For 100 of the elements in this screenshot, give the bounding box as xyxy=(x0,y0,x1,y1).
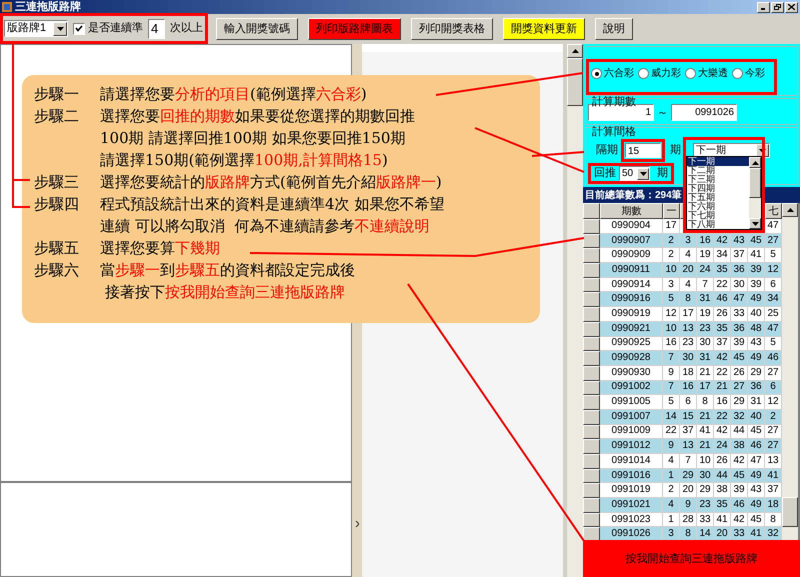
table-cell: 38 xyxy=(714,483,731,498)
table-cell: 42 xyxy=(714,234,731,248)
table-cell: 0991023 xyxy=(600,512,663,528)
table-cell: 16 xyxy=(714,395,731,410)
instruction-line: 選擇您要算下幾期 xyxy=(100,238,220,259)
table-cell: 21 xyxy=(697,366,714,381)
table-cell: 6 xyxy=(765,380,782,396)
table-cell: 32 xyxy=(731,410,748,425)
table-cell: 42 xyxy=(731,512,748,528)
table-cell: 0991014 xyxy=(600,454,663,469)
table-cell: 45 xyxy=(731,351,748,366)
table-cell: 37 xyxy=(731,248,748,264)
table-cell: 38 xyxy=(731,439,748,454)
table-cell: 3 xyxy=(663,527,680,541)
table-cell: 2 xyxy=(663,483,680,498)
table-cell: 39 xyxy=(748,263,765,278)
table-cell: 22 xyxy=(714,278,731,292)
window-title: 三連拖版路牌 xyxy=(15,2,81,12)
table-cell: 21 xyxy=(697,410,714,425)
table-cell: 0990904 xyxy=(600,219,663,234)
table-cell: 18 xyxy=(680,366,697,381)
table-cell: 8 xyxy=(680,292,697,308)
table-cell: 0990921 xyxy=(600,322,663,336)
table-cell: 43 xyxy=(748,336,765,352)
table-cell: 13 xyxy=(680,322,697,336)
table-cell: 0991012 xyxy=(600,439,663,454)
table-cell: 47 xyxy=(765,322,782,336)
table-cell: 0990919 xyxy=(600,307,663,322)
instruction-line: 選擇您要統計的版路牌方式(範例首先介紹版路牌一) xyxy=(100,172,442,193)
step-label: 步驟六 xyxy=(34,260,80,281)
table-cell: 41 xyxy=(697,424,714,440)
table-cell: 0990911 xyxy=(600,263,663,278)
table-cell: 1 xyxy=(663,468,680,484)
table-cell: 36 xyxy=(731,322,748,336)
table-cell: 2 xyxy=(765,410,782,425)
table-cell: 33 xyxy=(731,527,748,541)
table-cell: 5 xyxy=(663,395,680,410)
table-cell: 35 xyxy=(714,322,731,336)
table-cell: 45 xyxy=(731,468,748,484)
table-cell: 10 xyxy=(697,454,714,469)
table-cell: 19 xyxy=(697,248,714,264)
step-label: 步驟二 xyxy=(34,106,80,127)
table-cell: 12 xyxy=(765,395,782,410)
table-cell: 0990907 xyxy=(600,234,663,248)
table-cell: 26 xyxy=(731,366,748,381)
table-cell: 0990909 xyxy=(600,248,663,264)
table-cell: 16 xyxy=(697,234,714,248)
table-cell: 4 xyxy=(663,498,680,513)
instruction-line: 當步驟一到步驟五的資料都設定完成後 xyxy=(100,260,355,281)
table-cell: 20 xyxy=(680,483,697,498)
table-cell: 15 xyxy=(680,410,697,425)
table-cell: 49 xyxy=(748,292,765,308)
instruction-line: 程式預設統計出來的資料是連續準4次 如果您不希望 xyxy=(100,194,444,215)
table-cell: 27 xyxy=(765,424,782,440)
table-cell: 31 xyxy=(748,395,765,410)
table-cell: 37 xyxy=(680,424,697,440)
table-cell: 29 xyxy=(697,483,714,498)
table-cell: 40 xyxy=(748,307,765,322)
table-cell: 31 xyxy=(697,292,714,308)
table-cell: 0990916 xyxy=(600,292,663,308)
table-cell: 45 xyxy=(748,424,765,440)
table-cell: 7 xyxy=(663,380,680,396)
table-cell: 23 xyxy=(697,322,714,336)
table-cell: 27 xyxy=(765,439,782,454)
table-cell: 46 xyxy=(765,351,782,366)
table-cell: 39 xyxy=(731,483,748,498)
table-cell: 40 xyxy=(748,410,765,425)
table-cell: 33 xyxy=(697,512,714,528)
table-cell: 0991005 xyxy=(600,395,663,410)
table-cell: 42 xyxy=(714,424,731,440)
table-cell: 6 xyxy=(765,278,782,292)
table-cell: 24 xyxy=(714,439,731,454)
table-cell: 17 xyxy=(663,219,680,234)
table-cell: 29 xyxy=(680,468,697,484)
table-cell: 17 xyxy=(697,380,714,396)
step-label: 步驟三 xyxy=(34,172,80,193)
table-cell: 0991009 xyxy=(600,424,663,440)
table-cell: 46 xyxy=(731,498,748,513)
table-cell: 28 xyxy=(680,512,697,528)
table-cell: 1 xyxy=(663,512,680,528)
table-cell: 39 xyxy=(731,336,748,352)
table-cell: 0990914 xyxy=(600,278,663,292)
table-cell: 37 xyxy=(765,483,782,498)
table-cell: 30 xyxy=(697,468,714,484)
table-cell: 45 xyxy=(748,234,765,248)
instruction-line: 100期 請選擇回推100期 如果您要回推150期 xyxy=(100,128,406,149)
table-cell: 4 xyxy=(680,278,697,292)
step-label: 步驟一 xyxy=(34,84,80,105)
table-cell: 37 xyxy=(714,336,731,352)
table-cell: 20 xyxy=(680,263,697,278)
table-cell: 47 xyxy=(765,219,782,234)
group-title: 計算間格 xyxy=(592,127,636,138)
table-cell: 49 xyxy=(748,468,765,484)
table-cell: 27 xyxy=(765,366,782,381)
table-cell: 0990925 xyxy=(600,336,663,352)
table-cell: 42 xyxy=(714,351,731,366)
range-separator: ～ xyxy=(657,106,668,120)
table-cell: 6 xyxy=(680,395,697,410)
table-cell: 34 xyxy=(714,248,731,264)
table-cell: 7 xyxy=(680,454,697,469)
